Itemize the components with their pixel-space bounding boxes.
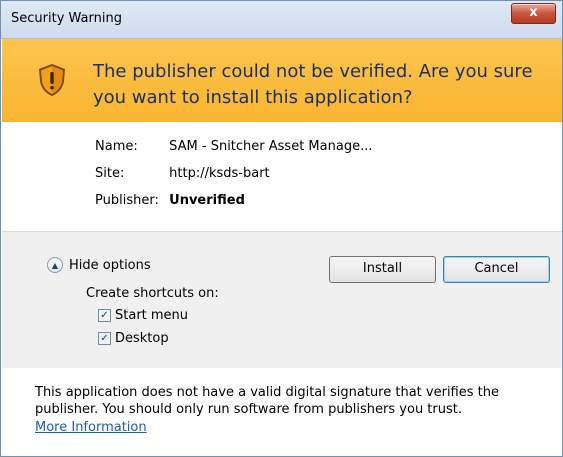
cancel-button[interactable]: Cancel (443, 256, 550, 283)
publisher-value: Unverified (169, 193, 245, 208)
desktop-label[interactable]: Desktop (115, 331, 169, 346)
desktop-option[interactable]: ✓ Desktop (98, 331, 169, 346)
name-value: SAM - Snitcher Asset Manage... (169, 139, 373, 154)
window-title: Security Warning (11, 11, 122, 26)
close-button[interactable]: x (511, 3, 556, 24)
create-shortcuts-label: Create shortcuts on: (86, 286, 219, 301)
options-panel: ▲ Hide options Create shortcuts on: ✓ St… (2, 231, 562, 369)
warning-message: The publisher could not be verified. Are… (93, 61, 533, 108)
name-key: Name: (95, 139, 138, 154)
install-button[interactable]: Install (329, 256, 436, 283)
security-warning-dialog: Security Warning x The publisher could n… (0, 0, 563, 457)
site-key: Site: (95, 166, 125, 181)
start-menu-option[interactable]: ✓ Start menu (98, 308, 188, 323)
publisher-key: Publisher: (95, 193, 159, 208)
chevron-up-icon[interactable]: ▲ (47, 257, 63, 273)
footer-warning-text: This application does not have a valid d… (35, 385, 499, 417)
footer-section: This application does not have a valid d… (1, 368, 562, 456)
shield-warning-icon (39, 64, 65, 96)
publisher-row: Publisher: Unverified (95, 193, 245, 208)
more-information-link[interactable]: More Information (35, 420, 147, 435)
site-value: http://ksds-bart (169, 166, 270, 181)
desktop-checkbox[interactable]: ✓ (98, 332, 111, 345)
site-row: Site: http://ksds-bart (95, 166, 270, 181)
start-menu-checkbox[interactable]: ✓ (98, 309, 111, 322)
name-row: Name: SAM - Snitcher Asset Manage... (95, 139, 372, 154)
hide-options-label[interactable]: Hide options (69, 258, 151, 273)
hide-options-toggle[interactable]: ▲ Hide options (47, 257, 151, 273)
start-menu-label[interactable]: Start menu (115, 308, 188, 323)
title-bar[interactable]: Security Warning x (1, 1, 562, 39)
